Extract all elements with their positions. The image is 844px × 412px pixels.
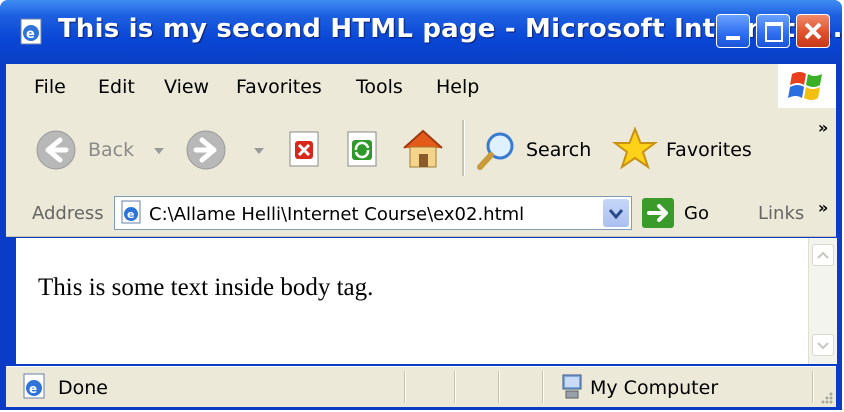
chevron-down-icon bbox=[817, 342, 829, 350]
menu-help[interactable]: Help bbox=[436, 76, 479, 98]
title-bar[interactable]: e This is my second HTML page - Microsof… bbox=[0, 0, 844, 64]
windows-flag-icon bbox=[788, 72, 822, 100]
home-button[interactable] bbox=[400, 126, 446, 172]
maximize-icon bbox=[765, 22, 783, 42]
refresh-button[interactable] bbox=[342, 130, 382, 170]
scroll-up-button[interactable] bbox=[812, 244, 834, 266]
windows-logo bbox=[778, 64, 836, 108]
standard-toolbar: Back Search Favorites » bbox=[6, 108, 836, 191]
stop-icon bbox=[289, 131, 319, 167]
menu-tools[interactable]: Tools bbox=[356, 76, 403, 98]
computer-icon bbox=[562, 374, 582, 399]
menu-edit[interactable]: Edit bbox=[98, 76, 135, 98]
close-icon bbox=[804, 22, 822, 40]
minimize-icon bbox=[726, 36, 740, 40]
status-divider bbox=[812, 371, 814, 403]
favorites-button[interactable]: Favorites bbox=[612, 126, 762, 172]
chevron-up-icon bbox=[817, 251, 829, 259]
toolbar-overflow-chevron[interactable]: » bbox=[818, 118, 828, 137]
home-icon bbox=[403, 129, 443, 168]
status-divider bbox=[498, 371, 500, 403]
links-overflow-chevron[interactable]: » bbox=[818, 198, 828, 217]
chevron-down-icon bbox=[608, 209, 624, 220]
page-icon: e bbox=[121, 200, 141, 224]
chevron-down-icon bbox=[254, 148, 264, 154]
search-icon bbox=[477, 132, 514, 170]
back-button[interactable]: Back bbox=[34, 128, 166, 172]
menu-file[interactable]: File bbox=[34, 76, 66, 98]
forward-button[interactable] bbox=[184, 128, 266, 172]
refresh-icon bbox=[347, 131, 377, 167]
svg-text:e: e bbox=[127, 208, 134, 221]
svg-text:e: e bbox=[26, 27, 35, 42]
browser-window: e This is my second HTML page - Microsof… bbox=[0, 0, 844, 410]
status-text: Done bbox=[58, 377, 108, 399]
ie-page-icon: e bbox=[20, 18, 42, 45]
back-label: Back bbox=[88, 139, 135, 161]
address-bar: Address e C:\Allame Helli\Internet Cours… bbox=[6, 190, 836, 237]
svg-text:e: e bbox=[29, 382, 37, 396]
status-divider bbox=[542, 371, 544, 403]
address-dropdown-button[interactable] bbox=[603, 199, 629, 227]
address-input[interactable]: e C:\Allame Helli\Internet Course\ex02.h… bbox=[114, 196, 632, 230]
go-button[interactable] bbox=[642, 198, 674, 228]
menu-view[interactable]: View bbox=[164, 76, 209, 98]
chevron-down-icon bbox=[154, 148, 164, 154]
address-label: Address bbox=[32, 203, 104, 224]
search-button[interactable]: Search bbox=[474, 128, 602, 172]
stop-button[interactable] bbox=[284, 130, 324, 170]
ie-page-icon: e bbox=[23, 373, 45, 399]
go-arrow-icon bbox=[647, 204, 668, 222]
favorites-label: Favorites bbox=[666, 139, 752, 161]
menu-favorites[interactable]: Favorites bbox=[236, 76, 322, 98]
status-bar: e Done My Computer bbox=[6, 366, 836, 407]
resize-grip-icon[interactable] bbox=[818, 389, 834, 405]
status-divider bbox=[404, 371, 406, 403]
scroll-down-button[interactable] bbox=[812, 334, 834, 356]
maximize-button[interactable] bbox=[756, 14, 790, 48]
forward-arrow-icon bbox=[186, 130, 226, 170]
vertical-scrollbar[interactable] bbox=[808, 238, 837, 364]
toolbar-separator bbox=[462, 120, 465, 176]
body-text: This is some text inside body tag. bbox=[38, 274, 374, 301]
star-icon bbox=[612, 126, 658, 170]
address-value: C:\Allame Helli\Internet Course\ex02.htm… bbox=[149, 204, 525, 225]
security-zone: My Computer bbox=[590, 377, 719, 399]
minimize-button[interactable] bbox=[716, 14, 750, 48]
close-button[interactable] bbox=[796, 14, 830, 48]
page-content: This is some text inside body tag. bbox=[16, 238, 808, 364]
status-divider bbox=[454, 371, 456, 403]
links-label[interactable]: Links bbox=[758, 203, 804, 224]
menu-bar: File Edit View Favorites Tools Help bbox=[6, 64, 836, 109]
search-label: Search bbox=[526, 139, 592, 161]
back-arrow-icon bbox=[36, 130, 76, 170]
go-label[interactable]: Go bbox=[684, 203, 709, 224]
